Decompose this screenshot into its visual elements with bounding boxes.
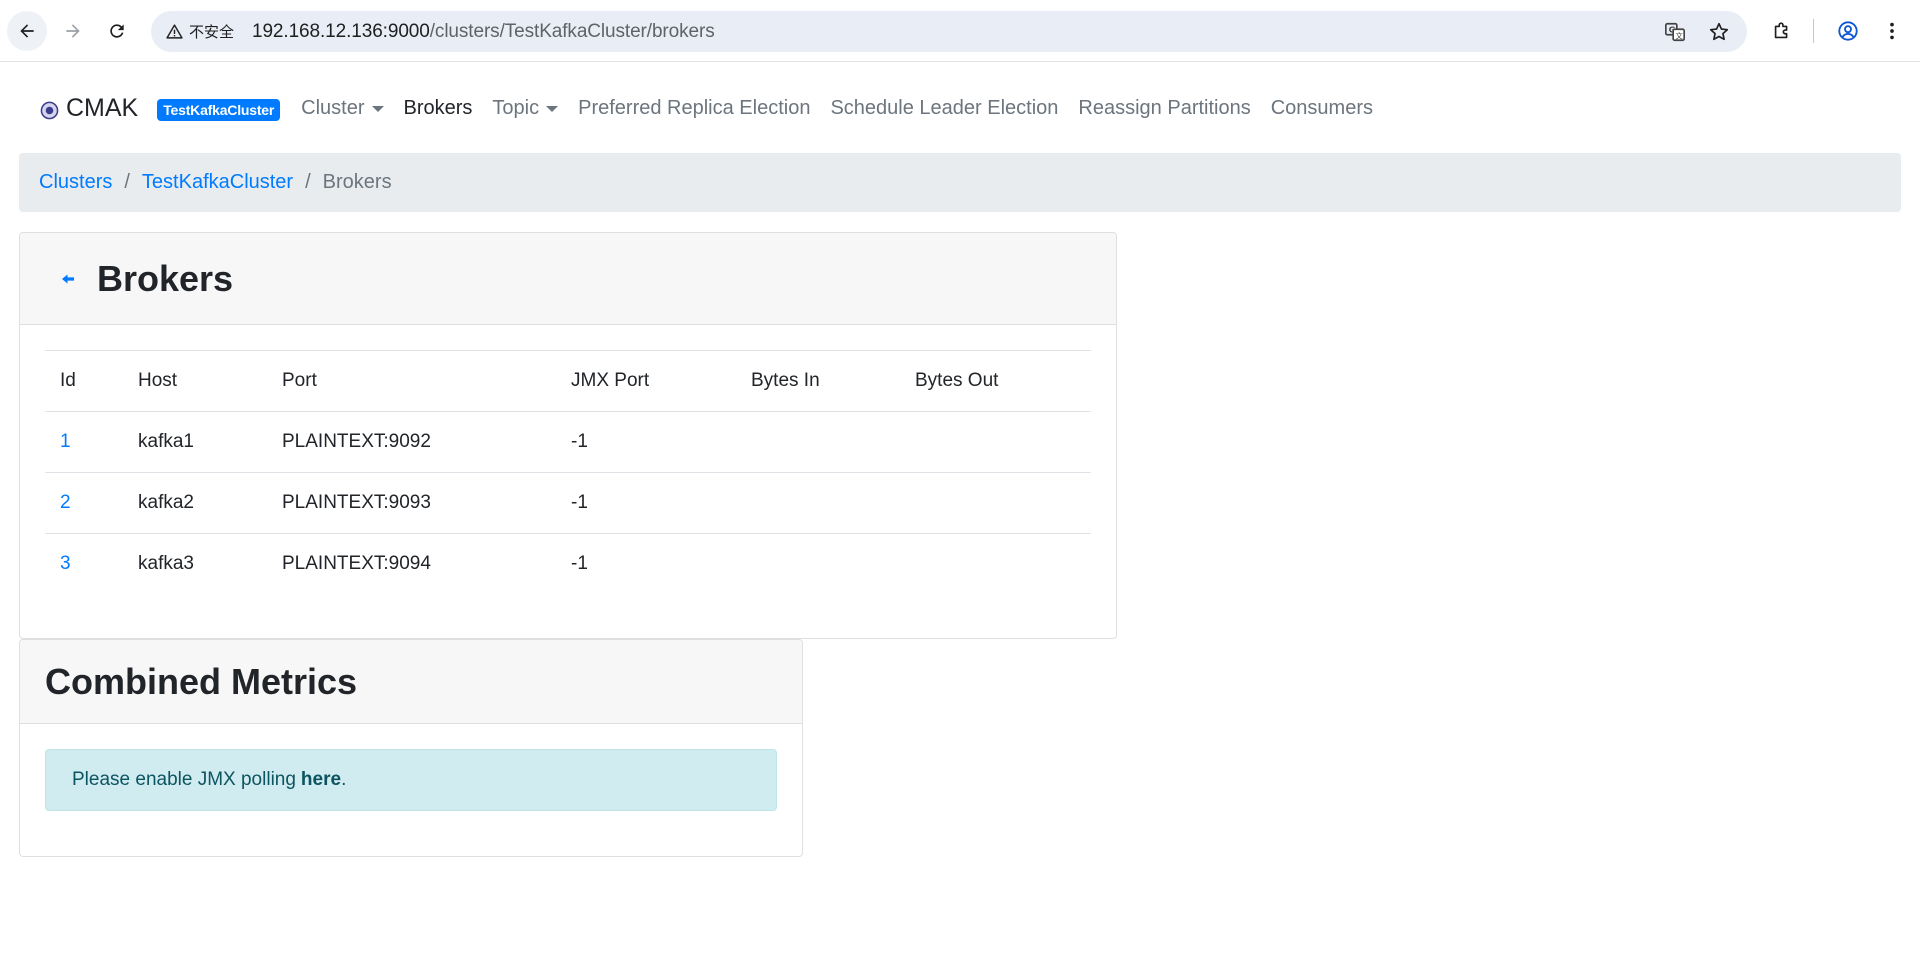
browser-toolbar: 不安全 192.168.12.136:9000/clusters/TestKaf… xyxy=(0,0,1920,62)
cell-bytes-in xyxy=(736,472,900,534)
cell-bytes-out xyxy=(900,411,1091,473)
broker-id-link[interactable]: 1 xyxy=(60,431,71,452)
column-header-host: Host xyxy=(123,350,267,412)
cell-host: kafka1 xyxy=(123,411,267,473)
breadcrumb-cluster[interactable]: TestKafkaCluster xyxy=(142,171,293,194)
toolbar-divider xyxy=(1813,19,1814,43)
translate-icon: G文 xyxy=(1665,22,1685,42)
nav-cluster-label: Cluster xyxy=(301,96,365,119)
brand-link[interactable]: CMAK xyxy=(40,94,138,123)
cmak-logo-icon xyxy=(40,101,59,120)
address-bar[interactable]: 不安全 192.168.12.136:9000/clusters/TestKaf… xyxy=(151,11,1747,52)
nav-preferred-replica-election[interactable]: Preferred Replica Election xyxy=(568,97,820,120)
cell-host: kafka3 xyxy=(123,533,267,595)
nav-schedule-leader-election[interactable]: Schedule Leader Election xyxy=(820,97,1068,120)
cluster-badge: TestKafkaCluster xyxy=(157,99,281,121)
cell-id: 1 xyxy=(45,411,123,473)
top-navbar: CMAK TestKafkaCluster Cluster Brokers To… xyxy=(40,88,1383,128)
translate-button[interactable]: G文 xyxy=(1663,20,1687,44)
warning-icon xyxy=(166,24,183,39)
cell-bytes-out xyxy=(900,533,1091,595)
forward-button[interactable] xyxy=(53,11,93,51)
column-header-port: Port xyxy=(267,350,556,412)
reload-button[interactable] xyxy=(97,11,137,51)
cell-bytes-in xyxy=(736,411,900,473)
back-button[interactable] xyxy=(7,11,47,51)
cell-port: PLAINTEXT:9093 xyxy=(267,472,556,534)
cell-port: PLAINTEXT:9094 xyxy=(267,533,556,595)
cell-jmx-port: -1 xyxy=(556,533,736,595)
nav-consumers[interactable]: Consumers xyxy=(1261,97,1383,120)
security-label: 不安全 xyxy=(189,24,235,41)
broker-id-link[interactable]: 3 xyxy=(60,553,71,574)
back-link[interactable] xyxy=(60,271,76,287)
more-vert-icon xyxy=(1890,22,1894,40)
cell-jmx-port: -1 xyxy=(556,411,736,473)
jmx-info-alert: Please enable JMX polling here. xyxy=(45,749,777,811)
alert-text: Please enable JMX polling xyxy=(72,769,296,790)
cell-bytes-out xyxy=(900,472,1091,534)
alert-suffix: . xyxy=(341,769,347,790)
brand-name: CMAK xyxy=(66,93,139,122)
arrow-left-icon xyxy=(62,274,74,283)
url-text: 192.168.12.136:9000/clusters/TestKafkaCl… xyxy=(252,21,715,43)
cell-host: kafka2 xyxy=(123,472,267,534)
metrics-title: Combined Metrics xyxy=(45,660,358,702)
caret-down-icon xyxy=(546,106,559,112)
brokers-card-header: Brokers xyxy=(20,233,1116,325)
breadcrumb-separator: / xyxy=(124,171,130,193)
combined-metrics-card: Combined Metrics Please enable JMX polli… xyxy=(19,639,803,857)
extensions-button[interactable] xyxy=(1770,19,1794,43)
brokers-card: Brokers Id Host Port JMX Port Bytes In B… xyxy=(19,232,1117,639)
breadcrumb-clusters[interactable]: Clusters xyxy=(39,171,112,194)
arrow-left-icon xyxy=(20,24,34,38)
profile-button[interactable] xyxy=(1836,19,1860,43)
table-header-row: Id Host Port JMX Port Bytes In Bytes Out xyxy=(45,350,1091,412)
security-chip[interactable]: 不安全 xyxy=(158,17,243,46)
enable-jmx-link[interactable]: here xyxy=(301,769,341,791)
table-row: 1 kafka1 PLAINTEXT:9092 -1 xyxy=(45,411,1091,473)
arrow-right-icon xyxy=(66,24,80,38)
account-circle-icon xyxy=(1838,21,1858,41)
brokers-title: Brokers xyxy=(97,257,234,299)
nav-cluster-dropdown[interactable]: Cluster xyxy=(291,97,393,120)
cell-jmx-port: -1 xyxy=(556,472,736,534)
reload-icon xyxy=(110,24,124,38)
cell-port: PLAINTEXT:9092 xyxy=(267,411,556,473)
table-row: 2 kafka2 PLAINTEXT:9093 -1 xyxy=(45,472,1091,534)
nav-brokers[interactable]: Brokers xyxy=(394,97,483,120)
url-host: 192.168.12.136:9000 xyxy=(252,21,430,42)
url-path: /clusters/TestKafkaCluster/brokers xyxy=(429,21,715,42)
cell-id: 3 xyxy=(45,533,123,595)
column-header-id: Id xyxy=(45,350,123,412)
caret-down-icon xyxy=(371,106,384,112)
puzzle-icon xyxy=(1774,22,1788,39)
nav-reassign-partitions[interactable]: Reassign Partitions xyxy=(1068,97,1260,120)
star-icon xyxy=(1709,22,1729,41)
bookmark-star-button[interactable] xyxy=(1707,20,1731,44)
breadcrumb-current: Brokers xyxy=(322,171,392,193)
brokers-table: Id Host Port JMX Port Bytes In Bytes Out… xyxy=(45,350,1091,595)
metrics-card-header: Combined Metrics xyxy=(20,640,802,724)
browser-menu-button[interactable] xyxy=(1880,19,1904,43)
breadcrumb-separator: / xyxy=(305,171,311,193)
table-row: 3 kafka3 PLAINTEXT:9094 -1 xyxy=(45,533,1091,595)
svg-text:文: 文 xyxy=(1675,31,1683,40)
column-header-bytes-in: Bytes In xyxy=(736,350,900,412)
nav-topic-label: Topic xyxy=(492,96,540,119)
cell-bytes-in xyxy=(736,533,900,595)
breadcrumb: Clusters / TestKafkaCluster / Brokers xyxy=(19,153,1901,212)
nav-topic-dropdown[interactable]: Topic xyxy=(482,97,568,120)
column-header-bytes-out: Bytes Out xyxy=(900,350,1091,412)
column-header-jmx-port: JMX Port xyxy=(556,350,736,412)
cell-id: 2 xyxy=(45,472,123,534)
broker-id-link[interactable]: 2 xyxy=(60,492,71,513)
